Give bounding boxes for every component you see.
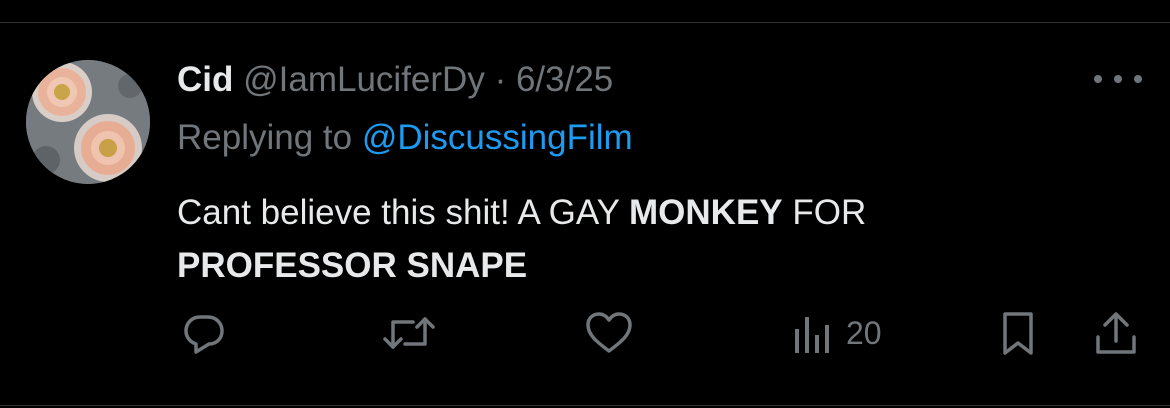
bottom-divider [0, 405, 1170, 406]
tweet-text-part-1: Cant believe this shit! A GAY [177, 193, 630, 232]
retweet-icon [383, 317, 435, 349]
tweet-actions-bar: 20 [0, 308, 1170, 358]
tweet-text: Cant believe this shit! A GAY MONKEY FOR… [177, 186, 1077, 292]
tweet-text-part-3: FOR [782, 193, 867, 232]
author-display-name[interactable]: Cid [177, 60, 233, 99]
like-icon [586, 312, 632, 353]
views-count: 20 [846, 315, 882, 351]
share-icon [1096, 312, 1136, 354]
bookmark-icon [1003, 312, 1033, 355]
tweet-header: Cid @IamLuciferDy · 6/3/25 [177, 58, 613, 102]
like-button[interactable] [583, 308, 635, 358]
replying-to-line: Replying to @DiscussingFilm [177, 116, 633, 160]
tweet-text-bold-monkey: MONKEY [629, 193, 783, 232]
more-options-icon[interactable] [1094, 64, 1142, 94]
reply-icon [184, 315, 224, 354]
tweet-date[interactable]: 6/3/25 [516, 60, 613, 99]
share-button[interactable] [1093, 308, 1139, 358]
top-divider [0, 22, 1170, 23]
reply-prefix: Replying to [177, 118, 353, 157]
header-separator: · [494, 60, 507, 99]
bookmark-button[interactable] [997, 308, 1039, 358]
avatar-image [26, 60, 150, 184]
views-button[interactable]: 20 [792, 308, 882, 358]
author-handle[interactable]: @IamLuciferDy [243, 60, 485, 99]
tweet-text-bold-snape: PROFESSOR SNAPE [177, 246, 528, 285]
avatar[interactable] [26, 60, 150, 184]
retweet-button[interactable] [382, 308, 436, 358]
reply-mention-link[interactable]: @DiscussingFilm [362, 118, 633, 157]
reply-button[interactable] [180, 308, 228, 358]
views-icon [795, 317, 829, 353]
